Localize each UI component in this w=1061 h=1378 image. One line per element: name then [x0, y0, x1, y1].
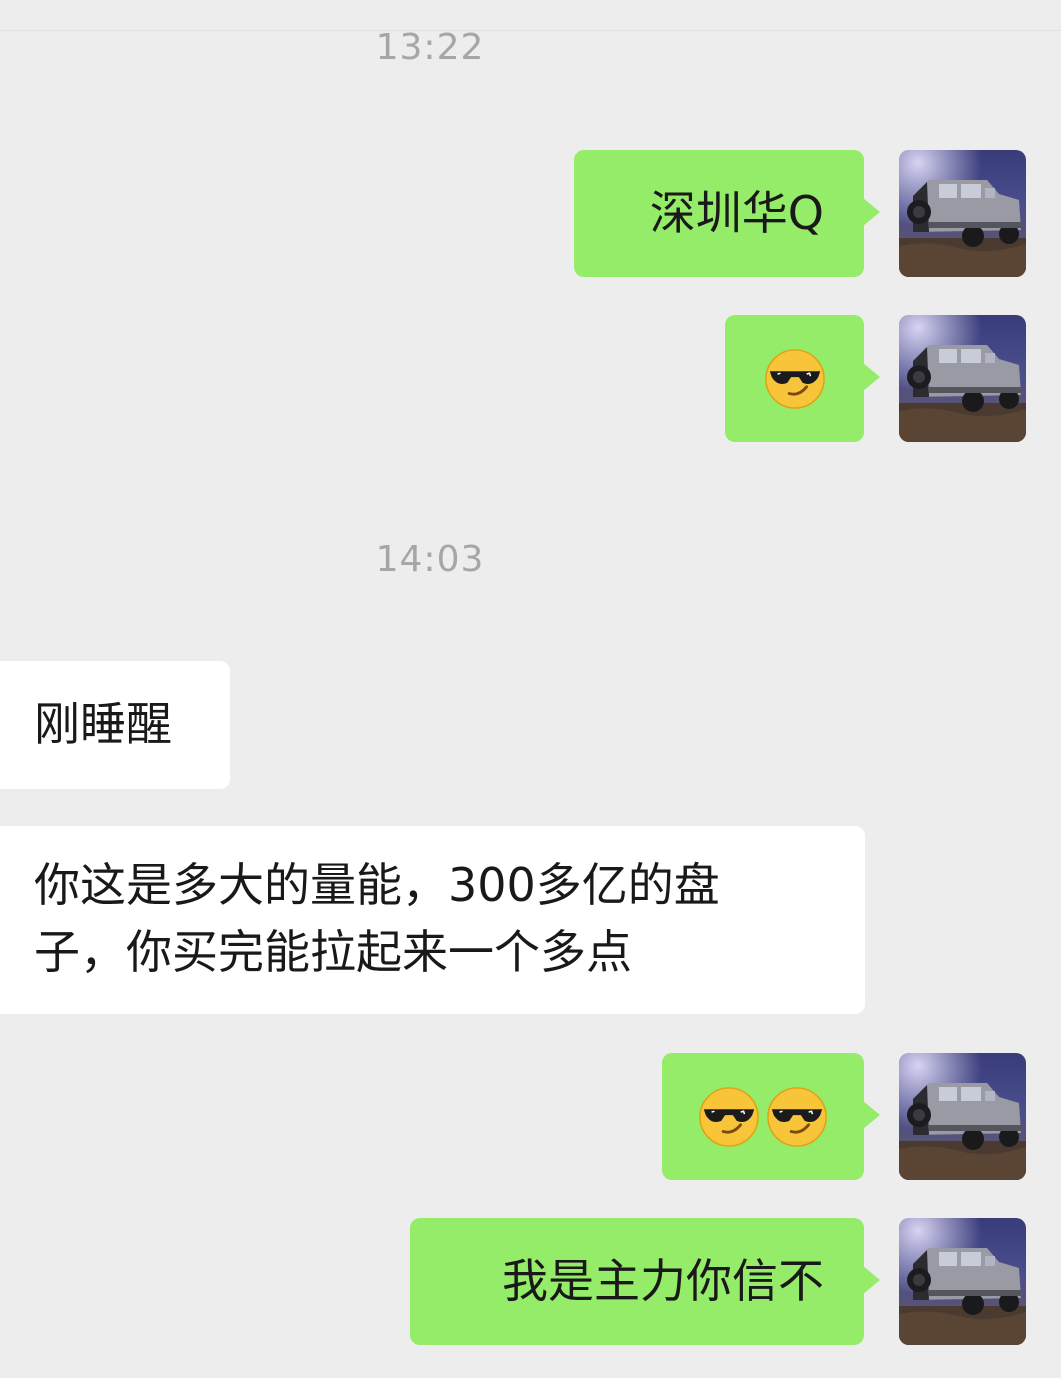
message-text: 刚睡醒 — [34, 697, 172, 751]
car-avatar-icon — [899, 315, 1026, 442]
smiling-face-with-sunglasses-icon — [698, 1086, 760, 1148]
message-bubble-received[interactable]: 刚睡醒 — [0, 661, 230, 789]
smiling-face-with-sunglasses-icon — [764, 348, 826, 410]
message-text-line: 子，你买完能拉起来一个多点 — [34, 925, 632, 979]
car-avatar-icon — [899, 1053, 1026, 1180]
car-avatar-icon — [899, 150, 1026, 277]
message-text: 我是主力你信不 — [502, 1254, 824, 1308]
timestamp: 14:03 — [375, 539, 485, 580]
smiling-face-with-sunglasses-icon — [766, 1086, 828, 1148]
user-avatar[interactable] — [899, 1053, 1026, 1180]
user-avatar[interactable] — [899, 1218, 1026, 1345]
message-bubble-sent[interactable]: 深圳华Q — [574, 150, 880, 277]
message-bubble-received[interactable]: 你这是多大的量能，300多亿的盘 子，你买完能拉起来一个多点 — [0, 826, 865, 1014]
message-bubble-sent[interactable] — [662, 1053, 880, 1180]
timestamp: 13:22 — [375, 27, 485, 68]
message-bubble-sent[interactable] — [725, 315, 880, 442]
top-divider — [0, 30, 1061, 31]
user-avatar[interactable] — [899, 150, 1026, 277]
user-avatar[interactable] — [899, 315, 1026, 442]
car-avatar-icon — [899, 1218, 1026, 1345]
message-bubble-sent[interactable]: 我是主力你信不 — [410, 1218, 880, 1345]
message-text: 深圳华Q — [649, 186, 824, 240]
message-text-line: 你这是多大的量能，300多亿的盘 — [34, 858, 720, 912]
